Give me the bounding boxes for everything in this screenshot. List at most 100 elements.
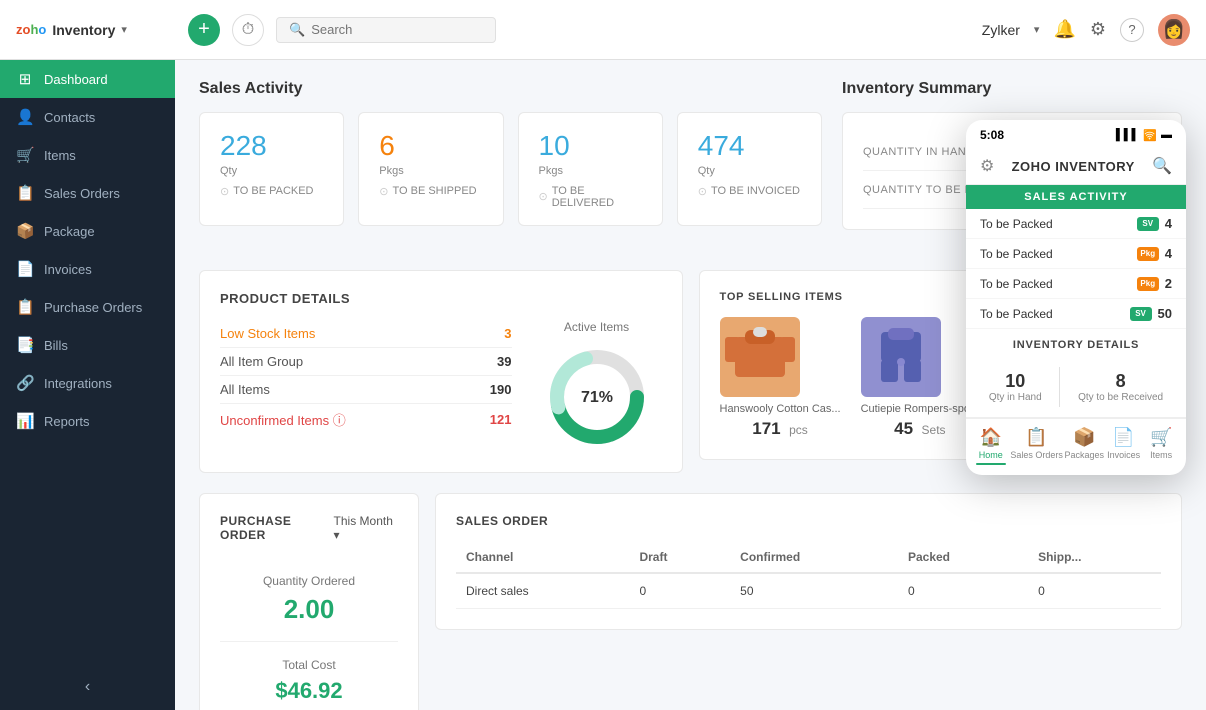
mobile-time: 5:08: [980, 128, 1004, 142]
sidebar-item-reports[interactable]: 📊 Reports: [0, 402, 175, 440]
ts-qty-1: 171 pcs: [720, 419, 841, 439]
inv-in-hand-label: QUANTITY IN HAND: [863, 146, 975, 158]
sa-delivered-label: Pkgs: [539, 165, 642, 177]
sa-packed-value: 228: [220, 129, 323, 163]
sidebar-item-invoices[interactable]: 📄 Invoices: [0, 250, 175, 288]
sa-card-packed[interactable]: 228 Qty ⊙ TO BE PACKED: [199, 112, 344, 226]
mobile-nav-items[interactable]: 🛒 Items: [1143, 427, 1179, 465]
col-packed: Packed: [898, 542, 1028, 573]
sa-card-shipped[interactable]: 6 Pkgs ⊙ TO BE SHIPPED: [358, 112, 503, 226]
org-name[interactable]: Zylker: [982, 22, 1020, 38]
mobile-nav-home[interactable]: 🏠 Home: [973, 427, 1009, 465]
mobile-sa-count-3: 2: [1165, 276, 1172, 291]
pd-row-unconfirmed[interactable]: Unconfirmed Items ⓘ 121: [220, 404, 512, 435]
sidebar-item-contacts[interactable]: 👤 Contacts: [0, 98, 175, 136]
mobile-status-icons: ▌▌▌ 🛜 ▬: [1116, 129, 1172, 142]
sidebar-label-invoices: Invoices: [44, 262, 92, 277]
mobile-sa-row-2: To be Packed Pkg 4: [966, 239, 1186, 269]
ts-name-1: Hanswooly Cotton Cas...: [720, 403, 841, 415]
po-header: PURCHASE ORDER This Month ▾: [220, 514, 398, 542]
search-bar[interactable]: 🔍: [276, 17, 496, 43]
po-total-section: Total Cost $46.92: [220, 642, 398, 710]
pd-row-item-group: All Item Group 39: [220, 348, 512, 376]
mobile-qty-to-receive-label: Qty to be Received: [1078, 392, 1163, 403]
sidebar-label-purchase-orders: Purchase Orders: [44, 300, 142, 315]
sa-invoiced-value: 474: [698, 129, 801, 163]
unconfirmed-label: Unconfirmed Items ⓘ: [220, 410, 346, 429]
wifi-icon: 🛜: [1143, 129, 1157, 142]
mobile-search-icon[interactable]: 🔍: [1152, 156, 1172, 176]
mobile-bottom-nav: 🏠 Home 📋 Sales Orders 📦 Packages 📄 Invoi…: [966, 418, 1186, 475]
help-icon[interactable]: ?: [1120, 18, 1144, 42]
col-channel: Channel: [456, 542, 629, 573]
app-name: Inventory: [52, 22, 115, 38]
mobile-sa-row-1: To be Packed SV 4: [966, 209, 1186, 239]
po-filter-dropdown[interactable]: This Month ▾: [334, 514, 398, 542]
add-button[interactable]: +: [188, 14, 220, 46]
search-input[interactable]: [311, 22, 483, 37]
mobile-sales-banner: SALES ACTIVITY: [966, 185, 1186, 209]
mobile-sa-badge-2: Pkg 4: [1137, 246, 1172, 261]
po-total-label: Total Cost: [220, 658, 398, 672]
user-avatar[interactable]: 👩: [1158, 14, 1190, 46]
mobile-app-name: ZOHO INVENTORY: [1012, 159, 1135, 174]
org-chevron-icon[interactable]: ▾: [1034, 23, 1040, 36]
mobile-sa-label-2: To be Packed: [980, 247, 1053, 261]
sidebar-item-purchase-orders[interactable]: 📋 Purchase Orders: [0, 288, 175, 326]
sidebar-item-integrations[interactable]: 🔗 Integrations: [0, 364, 175, 402]
sa-invoiced-label: Qty: [698, 165, 801, 177]
sidebar-collapse-btn[interactable]: ‹: [0, 664, 175, 710]
mobile-home-label: Home: [979, 450, 1003, 460]
top-navigation: zoho Inventory ▾ + ⏱ 🔍 Zylker ▾ 🔔 ⚙ ? 👩: [0, 0, 1206, 60]
item-group-label: All Item Group: [220, 354, 303, 369]
mobile-home-icon: 🏠: [980, 427, 1002, 448]
mobile-sa-badge-1: SV 4: [1137, 216, 1172, 231]
product-details-title: PRODUCT DETAILS: [220, 291, 662, 306]
ts-name-2: Cutiepie Rompers-spo...: [861, 403, 980, 415]
mobile-app-header: ⚙ ZOHO INVENTORY 🔍: [966, 150, 1186, 185]
mobile-status-bar: 5:08 ▌▌▌ 🛜 ▬: [966, 120, 1186, 150]
table-header-row: Channel Draft Confirmed Packed Shipp...: [456, 542, 1161, 573]
sidebar-label-dashboard: Dashboard: [44, 72, 108, 87]
po-title: PURCHASE ORDER: [220, 514, 334, 542]
invoices-icon: 📄: [16, 260, 34, 278]
mobile-sales-icon: 📋: [1025, 427, 1047, 448]
mobile-nav-invoices[interactable]: 📄 Invoices: [1106, 427, 1142, 465]
settings-icon[interactable]: ⚙: [1090, 19, 1106, 40]
col-confirmed: Confirmed: [730, 542, 898, 573]
signal-icon: ▌▌▌: [1116, 129, 1139, 141]
clock-icon-4: ⊙: [698, 185, 707, 198]
col-draft: Draft: [629, 542, 730, 573]
pd-row-low-stock[interactable]: Low Stock Items 3: [220, 320, 512, 348]
mobile-sa-count-2: 4: [1165, 246, 1172, 261]
mobile-gear-icon[interactable]: ⚙: [980, 156, 994, 176]
table-row[interactable]: Direct sales 0 50 0 0: [456, 573, 1161, 609]
mobile-items-label: Items: [1150, 450, 1172, 460]
so-table: Channel Draft Confirmed Packed Shipp... …: [456, 542, 1161, 609]
mobile-packages-icon: 📦: [1073, 427, 1095, 448]
clock-icon-3: ⊙: [539, 190, 548, 203]
notification-icon[interactable]: 🔔: [1053, 19, 1075, 40]
reports-icon: 📊: [16, 412, 34, 430]
mobile-nav-packages[interactable]: 📦 Packages: [1064, 427, 1104, 465]
sa-card-invoiced[interactable]: 474 Qty ⊙ TO BE INVOICED: [677, 112, 822, 226]
so-title: SALES ORDER: [456, 514, 1161, 528]
history-icon: ⏱: [242, 21, 254, 39]
sidebar-label-sales-orders: Sales Orders: [44, 186, 120, 201]
sidebar-item-sales-orders[interactable]: 📋 Sales Orders: [0, 174, 175, 212]
sales-order-card: SALES ORDER Channel Draft Confirmed Pack…: [435, 493, 1182, 630]
mobile-nav-sales[interactable]: 📋 Sales Orders: [1010, 427, 1063, 465]
logo-chevron-icon[interactable]: ▾: [121, 23, 127, 36]
sidebar-item-dashboard[interactable]: ⊞ Dashboard: [0, 60, 175, 98]
sidebar-item-package[interactable]: 📦 Package: [0, 212, 175, 250]
main-layout: ⊞ Dashboard 👤 Contacts 🛒 Items 📋 Sales O…: [0, 60, 1206, 710]
history-button[interactable]: ⏱: [232, 14, 264, 46]
inventory-summary-title: Inventory Summary: [842, 80, 1182, 98]
sa-card-delivered[interactable]: 10 Pkgs ⊙ TO BE DELIVERED: [518, 112, 663, 226]
dashboard-icon: ⊞: [16, 70, 34, 88]
sidebar-item-items[interactable]: 🛒 Items: [0, 136, 175, 174]
sidebar: ⊞ Dashboard 👤 Contacts 🛒 Items 📋 Sales O…: [0, 60, 175, 710]
sa-shipped-value: 6: [379, 129, 482, 163]
sidebar-item-bills[interactable]: 📑 Bills: [0, 326, 175, 364]
cell-confirmed: 50: [730, 573, 898, 609]
